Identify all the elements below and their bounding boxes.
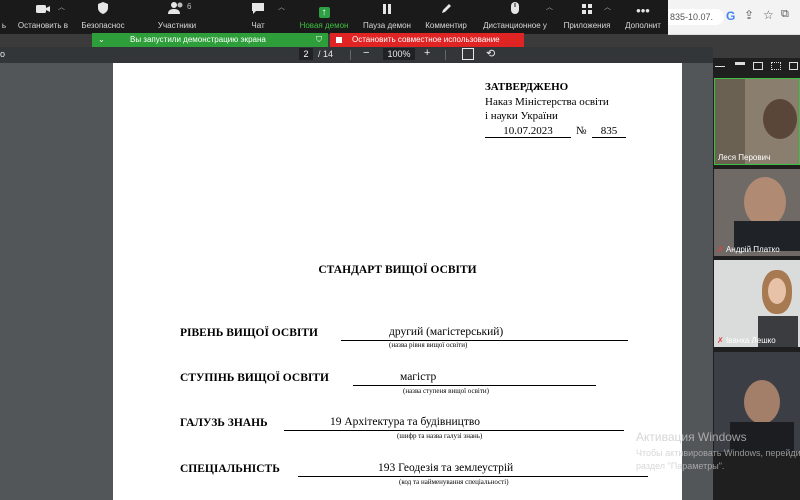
google-icon[interactable]: G bbox=[726, 9, 735, 23]
page-total: / 14 bbox=[318, 49, 334, 59]
participant-name-text: Іванка Лешко bbox=[725, 336, 776, 345]
fit-page-icon[interactable] bbox=[462, 48, 474, 60]
field-value-degree: магістр bbox=[400, 371, 437, 383]
extension-icon[interactable]: ⧉ bbox=[781, 8, 789, 21]
annotate-button[interactable]: Комментир bbox=[420, 0, 472, 34]
participant-name: Леся Перович bbox=[718, 153, 771, 162]
chevron-up-icon[interactable]: ︿ bbox=[604, 2, 611, 12]
pencil-icon bbox=[420, 1, 472, 21]
shield-icon bbox=[76, 1, 130, 21]
participant-tile[interactable]: Леся Перович bbox=[714, 78, 800, 165]
view-minimize-icon[interactable] bbox=[715, 62, 725, 70]
participant-name-text: Андрій Платко bbox=[725, 245, 780, 254]
chevron-up-icon[interactable]: ︿ bbox=[58, 2, 65, 12]
windows-activation-line: Чтобы активировать Windows, перейдите в bbox=[636, 448, 800, 458]
order-line-1: Наказ Міністерства освіти bbox=[485, 96, 609, 108]
page-number-input[interactable]: 2 bbox=[299, 48, 313, 60]
zoom-level[interactable]: 100% bbox=[383, 48, 415, 60]
order-date: 10.07.2023 bbox=[485, 125, 571, 138]
security-button[interactable]: Безопаснос bbox=[76, 0, 130, 34]
share-icon[interactable]: ⇪ bbox=[744, 8, 754, 22]
stop-share-label: Остановить совместное использование bbox=[352, 35, 500, 44]
pdf-page: ЗАТВЕРДЖЕНО Наказ Міністерства освіти і … bbox=[113, 63, 682, 500]
field-hint-degree: (назва ступеня вищої освіти) bbox=[403, 387, 489, 395]
field-label-specialty: СПЕЦІАЛЬНІСТЬ bbox=[180, 463, 280, 475]
participant-tile[interactable]: ✗ Андрій Платко bbox=[714, 169, 800, 256]
participant-video bbox=[744, 380, 780, 424]
pdf-title-fragment: о bbox=[0, 49, 6, 59]
field-label-field: ГАЛУЗЬ ЗНАНЬ bbox=[180, 417, 268, 429]
fullscreen-icon[interactable] bbox=[789, 62, 798, 70]
divider bbox=[350, 50, 351, 60]
mic-muted-icon: ✗ bbox=[717, 245, 724, 254]
rotate-icon[interactable]: ⟲ bbox=[486, 47, 495, 60]
field-label-degree: СТУПІНЬ ВИЩОЇ ОСВІТИ bbox=[180, 372, 329, 384]
windows-activation-title: Активация Windows bbox=[636, 430, 747, 444]
pause-share-button[interactable]: Пауза демон bbox=[358, 0, 416, 34]
field-line bbox=[353, 372, 596, 386]
apps-button[interactable]: Приложения ︿ bbox=[560, 0, 614, 34]
sharing-banner-text: Вы запустили демонстрацию экрана bbox=[130, 35, 266, 44]
zoom-out-button[interactable]: − bbox=[363, 47, 369, 59]
chevron-up-icon[interactable]: ︿ bbox=[278, 2, 285, 12]
field-hint-field: (шифр та назва галузі знань) bbox=[397, 432, 483, 440]
field-hint-specialty: (код та найменування спеціальності) bbox=[399, 478, 509, 486]
field-value-level: другий (магістерський) bbox=[389, 326, 504, 338]
chat-icon bbox=[238, 1, 278, 21]
star-icon[interactable]: ☆ bbox=[763, 8, 774, 22]
zoom-in-button[interactable]: + bbox=[424, 47, 430, 59]
pause-icon bbox=[358, 1, 416, 21]
participants-count: 6 bbox=[187, 2, 192, 11]
mic-muted-icon: ✗ bbox=[717, 336, 724, 345]
mouse-icon bbox=[476, 1, 554, 21]
participant-tile[interactable]: ✗ Іванка Лешко bbox=[714, 260, 800, 347]
divider bbox=[445, 50, 446, 60]
participant-video bbox=[768, 278, 786, 304]
field-label-level: РІВЕНЬ ВИЩОЇ ОСВІТИ bbox=[180, 327, 318, 339]
share-screen-icon: ↑ bbox=[296, 1, 352, 21]
address-bar[interactable]: 835-10.07. bbox=[668, 9, 724, 25]
view-strip-icon[interactable] bbox=[735, 62, 745, 70]
chat-button[interactable]: Чат ︿ bbox=[238, 0, 285, 34]
participants-icon bbox=[152, 1, 202, 21]
field-value-specialty: 193 Геодезія та землеустрій bbox=[378, 462, 514, 474]
remote-control-button[interactable]: Дистанционное у ︿ bbox=[476, 0, 554, 34]
approved-heading: ЗАТВЕРДЖЕНО bbox=[485, 81, 569, 93]
stop-icon bbox=[336, 37, 342, 43]
view-speaker-icon[interactable] bbox=[753, 62, 763, 70]
windows-activation-line: раздел "Параметры". bbox=[636, 461, 725, 471]
stop-video-button[interactable]: Остановить в ︿ bbox=[14, 0, 72, 34]
browser-toolbar: 835-10.07. G ⇪ ☆ ⧉ bbox=[668, 0, 800, 35]
view-gallery-icon[interactable] bbox=[771, 62, 781, 70]
participant-name: ✗ Іванка Лешко bbox=[717, 336, 776, 345]
order-line-2: і науки України bbox=[485, 110, 558, 122]
toolbar-item-0[interactable]: ь bbox=[0, 0, 10, 34]
order-number: 835 bbox=[592, 125, 626, 138]
new-share-button[interactable]: ↑ Новая демон bbox=[296, 0, 352, 34]
unknown-icon bbox=[0, 1, 10, 21]
zoom-toolbar: ь Остановить в ︿ Безопаснос Участники 6 … bbox=[0, 0, 668, 34]
participant-video bbox=[744, 177, 786, 227]
field-hint-level: (назва рівня вищої освіти) bbox=[389, 341, 468, 349]
order-number-label: № bbox=[576, 125, 587, 137]
more-button[interactable]: ••• Дополнит bbox=[618, 0, 668, 34]
stop-share-button[interactable]: Остановить совместное использование bbox=[330, 33, 524, 47]
participant-name: ✗ Андрій Платко bbox=[717, 245, 780, 254]
sharing-banner: ⌄ Вы запустили демонстрацию экрана ⛉ bbox=[92, 33, 328, 47]
chevron-down-icon[interactable]: ⌄ bbox=[98, 33, 105, 47]
participants-button[interactable]: Участники 6 bbox=[152, 0, 202, 34]
document-title: СТАНДАРТ ВИЩОЇ ОСВІТИ bbox=[318, 264, 477, 276]
participant-video bbox=[763, 99, 797, 139]
field-value-field: 19 Архітектура та будівництво bbox=[330, 416, 480, 428]
shield-icon: ⛉ bbox=[316, 35, 322, 44]
more-icon: ••• bbox=[636, 3, 650, 18]
pdf-toolbar: о 2 / 14 − 100% + ⟲ bbox=[0, 47, 713, 63]
chevron-up-icon[interactable]: ︿ bbox=[546, 2, 553, 12]
